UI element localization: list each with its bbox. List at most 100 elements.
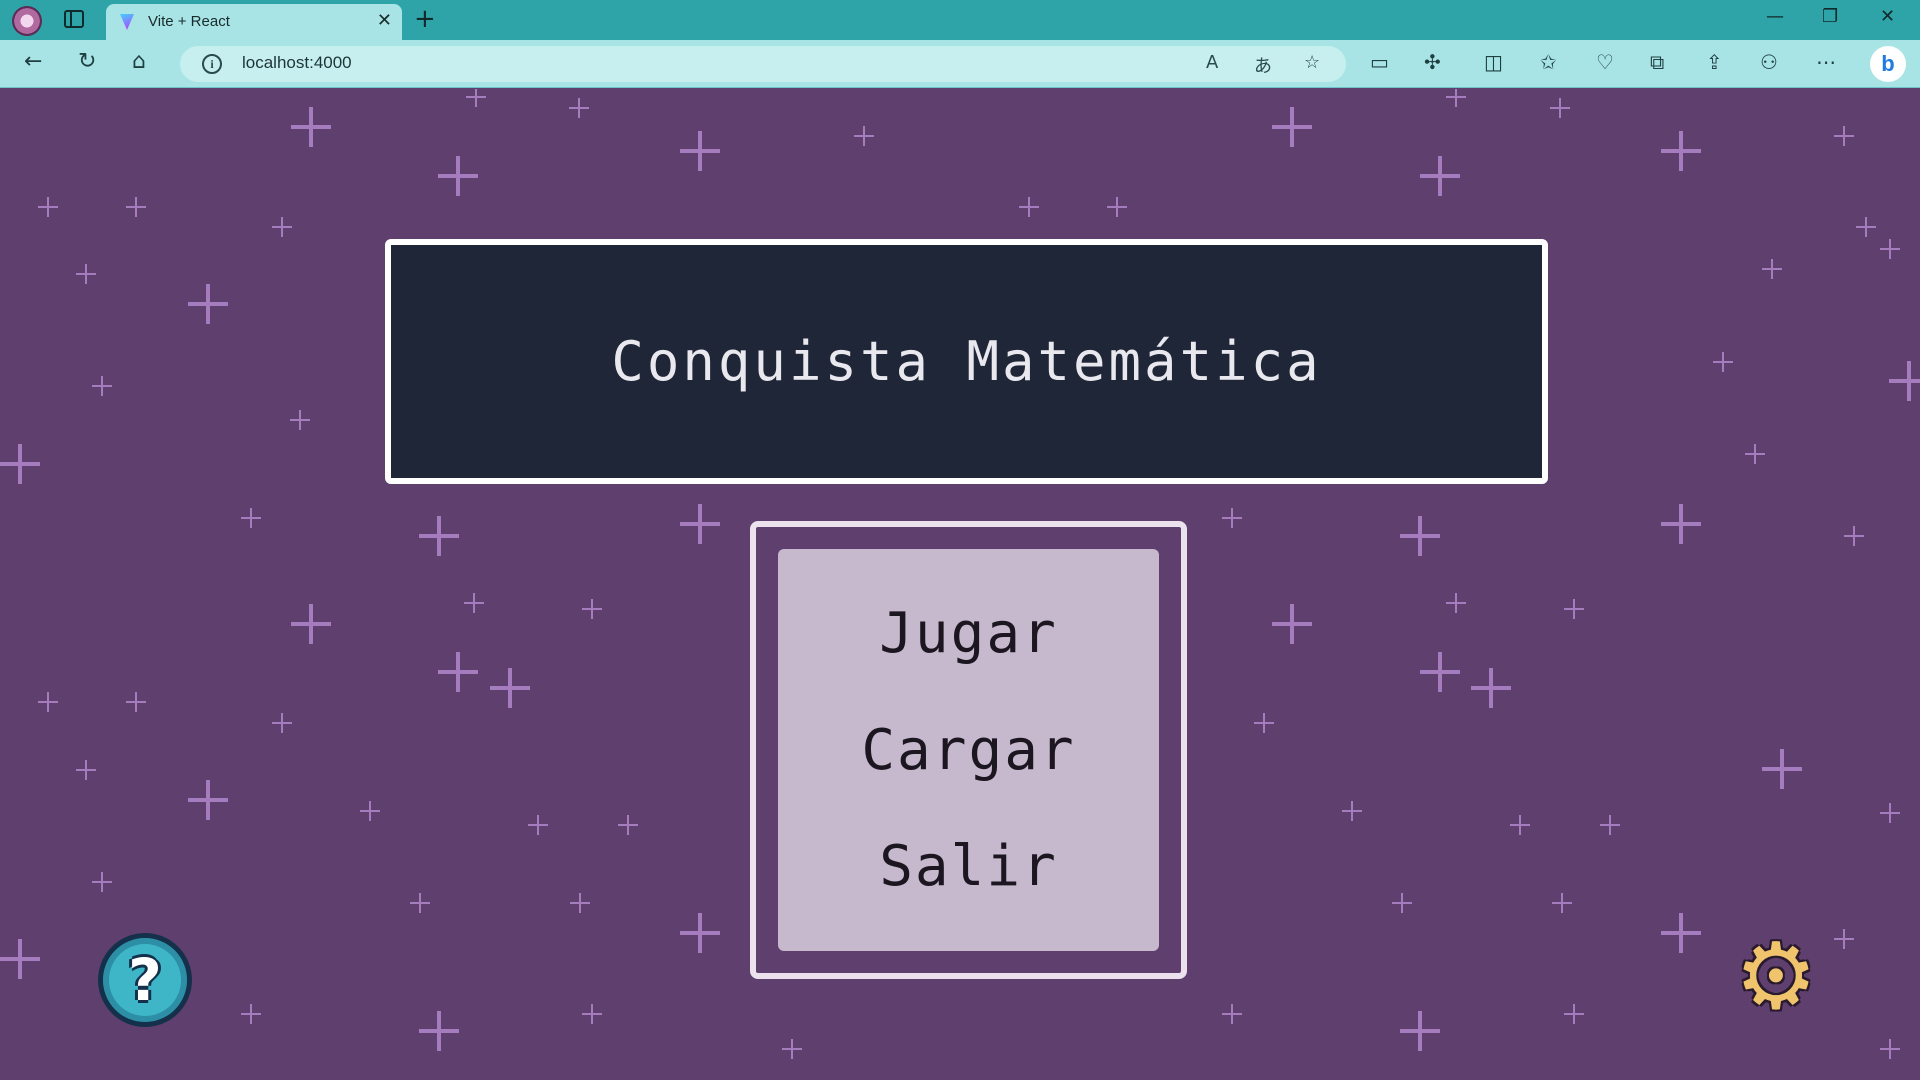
site-info-icon[interactable]: i xyxy=(202,54,222,74)
sparkle-icon xyxy=(1107,197,1127,217)
browser-essentials-icon[interactable]: ♡ xyxy=(1596,50,1614,74)
vite-favicon-icon xyxy=(120,14,134,30)
sparkle-icon xyxy=(1471,668,1511,708)
back-icon[interactable]: ← xyxy=(24,49,42,74)
address-bar[interactable]: i localhost:4000 A あ ☆ xyxy=(180,46,1346,82)
help-button[interactable]: ? xyxy=(98,933,192,1027)
sparkle-icon xyxy=(1510,815,1530,835)
refresh-icon[interactable]: ↻ xyxy=(78,49,96,74)
new-tab-button[interactable]: + xyxy=(414,4,436,34)
extensions-icon[interactable]: ✣ xyxy=(1424,50,1441,74)
sparkle-icon xyxy=(1222,508,1242,528)
game-title: Conquista Matemática xyxy=(611,330,1322,393)
sparkle-icon xyxy=(1550,98,1570,118)
sparkle-icon xyxy=(241,508,261,528)
favorites-icon[interactable]: ✩ xyxy=(1540,50,1557,74)
sparkle-icon xyxy=(582,599,602,619)
collections-icon[interactable]: ⧉ xyxy=(1650,50,1664,74)
split-screen-icon[interactable]: ◫ xyxy=(1484,50,1503,74)
sparkle-icon xyxy=(126,692,146,712)
sparkle-icon xyxy=(0,444,40,484)
sparkle-icon xyxy=(1844,526,1864,546)
sparkle-icon xyxy=(1254,713,1274,733)
sparkle-icon xyxy=(1880,803,1900,823)
browser-toolbar: ← ↻ ⌂ i localhost:4000 A あ ☆ ▭ ✣ ◫ ✩ ♡ ⧉… xyxy=(0,40,1920,88)
sparkle-icon xyxy=(438,652,478,692)
sparkle-icon xyxy=(38,197,58,217)
sparkle-icon xyxy=(466,89,486,107)
profile-icon[interactable] xyxy=(12,6,42,36)
sparkle-icon xyxy=(1420,652,1460,692)
sparkle-icon xyxy=(680,131,720,171)
settings-button[interactable]: ⚙ xyxy=(1728,929,1824,1025)
sparkle-icon xyxy=(582,1004,602,1024)
sparkle-icon xyxy=(290,410,310,430)
restore-button[interactable]: ❐ xyxy=(1822,6,1838,27)
close-window-button[interactable]: ✕ xyxy=(1880,6,1895,27)
sparkle-icon xyxy=(1745,444,1765,464)
sparkle-icon xyxy=(188,284,228,324)
game-viewport: Conquista Matemática Jugar Cargar Salir … xyxy=(0,89,1920,1080)
sparkle-icon xyxy=(0,939,40,979)
sparkle-icon xyxy=(1880,1039,1900,1059)
share-icon[interactable]: ⇪ xyxy=(1706,50,1723,74)
minimize-button[interactable]: — xyxy=(1766,6,1784,27)
browser-tab[interactable]: Vite + React ✕ xyxy=(106,4,402,40)
title-panel: Conquista Matemática xyxy=(385,239,1548,484)
sparkle-icon xyxy=(1762,259,1782,279)
browser-tab-strip: Vite + React ✕ + — ❐ ✕ xyxy=(0,0,1920,40)
sparkle-icon xyxy=(1272,107,1312,147)
url-text[interactable]: localhost:4000 xyxy=(242,53,352,73)
performance-icon[interactable]: ⚇ xyxy=(1760,50,1778,74)
sparkle-icon xyxy=(569,98,589,118)
sparkle-icon xyxy=(618,815,638,835)
sparkle-icon xyxy=(854,126,874,146)
read-aloud-icon[interactable]: A xyxy=(1206,52,1218,73)
main-menu-panel: Jugar Cargar Salir xyxy=(778,549,1159,951)
sparkle-icon xyxy=(76,264,96,284)
main-menu: Jugar Cargar Salir xyxy=(750,521,1187,979)
sparkle-icon xyxy=(1342,801,1362,821)
sparkle-icon xyxy=(38,692,58,712)
sparkle-icon xyxy=(1446,89,1466,107)
sparkle-icon xyxy=(1856,217,1876,237)
sparkle-icon xyxy=(291,604,331,644)
sparkle-icon xyxy=(1713,352,1733,372)
home-icon[interactable]: ⌂ xyxy=(132,49,146,74)
sparkle-icon xyxy=(1762,749,1802,789)
sparkle-icon xyxy=(1834,126,1854,146)
sparkle-icon xyxy=(1600,815,1620,835)
sparkle-icon xyxy=(490,668,530,708)
tab-close-button[interactable]: ✕ xyxy=(377,10,392,31)
exit-button[interactable]: Salir xyxy=(879,834,1058,899)
sparkle-icon xyxy=(1400,516,1440,556)
sparkle-icon xyxy=(92,872,112,892)
sparkle-icon xyxy=(1552,893,1572,913)
sparkle-icon xyxy=(1564,1004,1584,1024)
gear-icon: ⚙ xyxy=(1734,923,1818,1030)
sparkle-icon xyxy=(782,1039,802,1059)
sparkle-icon xyxy=(464,593,484,613)
translate-icon[interactable]: あ xyxy=(1254,52,1272,78)
sparkle-icon xyxy=(1420,156,1460,196)
sparkle-icon xyxy=(410,893,430,913)
sparkle-icon xyxy=(680,913,720,953)
sparkle-icon xyxy=(272,217,292,237)
favorite-icon[interactable]: ☆ xyxy=(1304,52,1320,73)
sparkle-icon xyxy=(1564,599,1584,619)
sparkle-icon xyxy=(438,156,478,196)
sparkle-icon xyxy=(528,815,548,835)
tab-actions-icon[interactable] xyxy=(64,10,84,28)
load-button[interactable]: Cargar xyxy=(861,718,1075,783)
sparkle-icon xyxy=(76,760,96,780)
sparkle-icon xyxy=(360,801,380,821)
sparkle-icon xyxy=(680,504,720,544)
play-button[interactable]: Jugar xyxy=(879,601,1058,666)
question-mark-icon: ? xyxy=(128,946,162,1014)
more-icon[interactable]: ⋯ xyxy=(1816,50,1836,74)
sparkle-icon xyxy=(1272,604,1312,644)
sparkle-icon xyxy=(126,197,146,217)
sparkle-icon xyxy=(1222,1004,1242,1024)
bing-copilot-icon[interactable]: b xyxy=(1870,46,1906,82)
reading-view-icon[interactable]: ▭ xyxy=(1370,50,1389,74)
